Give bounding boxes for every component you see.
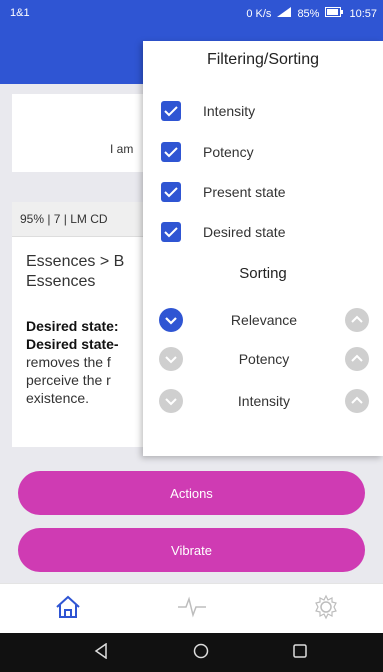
actions-button[interactable]: Actions [18,471,365,515]
checkbox-checked-icon[interactable] [161,142,181,162]
status-bar: 1&1 0 K/s 85% 10:57 [0,0,383,26]
filter-desired-state[interactable]: Desired state [161,220,285,244]
pulse-icon [177,595,207,624]
signal-icon [277,7,292,20]
filter-potency[interactable]: Potency [161,140,254,164]
panel-title: Filtering/Sorting [206,51,320,68]
status-right: 0 K/s 85% 10:57 [246,7,377,20]
vibrate-button[interactable]: Vibrate [18,528,365,572]
desired-state-label-2: Desired state- [26,336,119,352]
statement-text: I am [110,142,134,156]
gear-icon [313,594,339,625]
essence-path-line2: Essences [26,273,96,290]
recent-square-icon [293,643,307,663]
back-triangle-icon [94,642,108,664]
nav-home-button[interactable] [186,641,216,665]
filter-present-state[interactable]: Present state [161,180,286,204]
bottom-tab-bar [0,583,383,634]
filter-sort-panel: Filtering/Sorting Intensity Potency Pres… [143,41,383,456]
filter-label: Potency [203,144,254,160]
desired-state-label: Desired state: [26,318,119,334]
sort-label: Potency [238,351,290,367]
home-icon [55,595,81,624]
filter-label: Desired state [203,224,286,240]
nav-recent-button[interactable] [285,641,315,665]
network-speed: 0 K/s [246,7,272,20]
action-buttons: Actions Vibrate [0,460,383,580]
sort-intensity[interactable]: Intensity [159,389,369,415]
home-circle-icon [193,643,209,664]
clock: 10:57 [349,7,377,20]
filter-label: Present state [203,184,286,200]
essence-path-line1: Essences > B [26,253,125,270]
filter-intensity[interactable]: Intensity [161,99,255,123]
filter-label: Intensity [203,103,256,119]
essence-score: 95% | 7 | LM CD [20,212,108,226]
sort-relevance[interactable]: Relevance [159,308,369,334]
sorting-title: Sorting [239,265,287,282]
sort-up-chevron-icon[interactable] [345,308,369,332]
checkbox-checked-icon[interactable] [161,101,181,121]
sort-up-chevron-icon[interactable] [345,389,369,413]
sort-label: Relevance [230,312,298,328]
sort-potency[interactable]: Potency [159,347,369,373]
carrier-label: 1&1 [10,7,30,19]
sort-up-chevron-icon[interactable] [345,347,369,371]
phone-screen: 1&1 0 K/s 85% 10:57 I am 95% | 7 | LM CD… [0,0,383,672]
settings-tab[interactable] [306,594,346,624]
pulse-tab[interactable] [172,594,212,624]
essence-path: Essences > B Essences [26,252,124,292]
android-nav-bar [0,633,383,672]
home-tab[interactable] [48,594,88,624]
nav-back-button[interactable] [86,641,116,665]
sort-label: Intensity [237,393,291,409]
battery-icon [325,7,344,20]
checkbox-checked-icon[interactable] [161,222,181,242]
battery-level: 85% [297,7,320,20]
checkbox-checked-icon[interactable] [161,182,181,202]
